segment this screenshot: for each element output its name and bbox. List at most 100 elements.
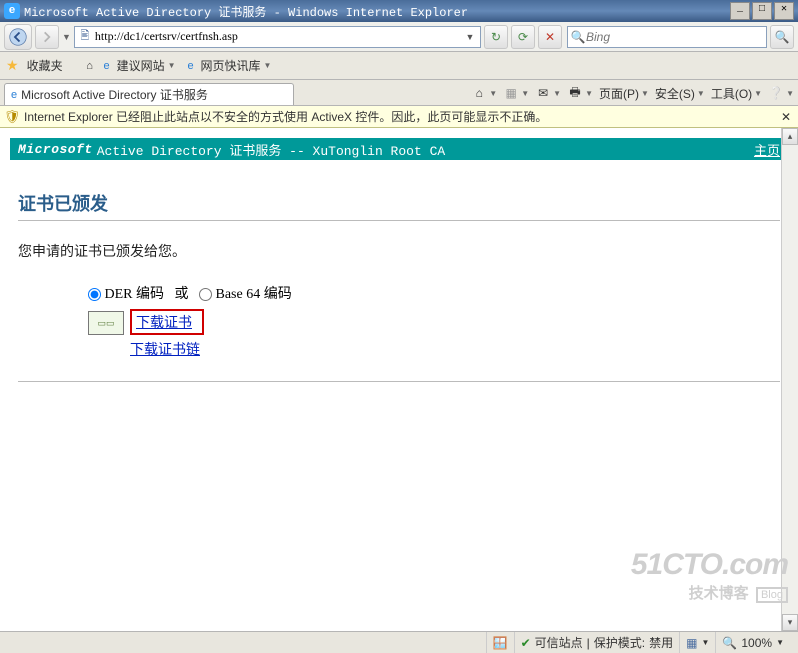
download-cert-link[interactable]: 下载证书 — [136, 316, 192, 331]
chevron-down-icon: ▼ — [168, 61, 176, 70]
download-chain-link[interactable]: 下载证书链 — [130, 339, 204, 359]
help-icon: ❔ — [768, 85, 784, 101]
encoding-base64[interactable]: Base 64 编码 — [199, 287, 292, 302]
minimize-button[interactable]: _ — [730, 2, 750, 20]
infobar-close-button[interactable]: ✕ — [778, 110, 794, 124]
tab-active[interactable]: e Microsoft Active Directory 证书服务 — [4, 83, 294, 105]
favorites-bar: ★ 收藏夹 ⌂ e 建议网站 ▼ e 网页快讯库 ▼ — [0, 52, 798, 80]
favorites-item-label: 建议网站 — [117, 57, 165, 74]
favorites-item-suggested[interactable]: ⌂ e 建议网站 ▼ — [83, 57, 176, 74]
rss-icon: ▦ — [503, 85, 519, 101]
command-bar: ⌂▼ ▦▼ ✉▼ 🖶▼ 页面(P)▼ 安全(S)▼ 工具(O)▼ ❔▼ — [471, 82, 794, 104]
tab-title: Microsoft Active Directory 证书服务 — [21, 86, 208, 103]
chevron-down-icon: ▼ — [553, 89, 561, 98]
issued-message: 您申请的证书已颁发给您。 — [18, 241, 780, 261]
home-icon: ⌂ — [471, 85, 487, 101]
divider — [18, 381, 780, 382]
printer-icon: 🖶 — [567, 85, 583, 101]
popup-icon: 🪟 — [493, 636, 508, 650]
search-input[interactable] — [586, 30, 764, 44]
status-popup-icon[interactable]: 🪟 — [487, 632, 515, 653]
content-area: Microsoft Active Directory 证书服务 -- XuTon… — [0, 128, 798, 631]
search-box[interactable]: 🔍 — [567, 26, 767, 48]
vertical-scrollbar[interactable]: ▴ ▾ — [781, 128, 798, 631]
chevron-down-icon: ▼ — [786, 89, 794, 98]
window-title: Microsoft Active Directory 证书服务 - Window… — [24, 3, 730, 20]
page-heading: 证书已颁发 — [18, 190, 780, 216]
status-protected-label: 保护模式: — [594, 634, 645, 651]
status-zone-icon[interactable]: ▦▼ — [680, 632, 716, 653]
print-button[interactable]: 🖶▼ — [567, 85, 593, 101]
certificate-icon: ▭▭ — [88, 311, 124, 335]
chevron-down-icon: ▼ — [521, 89, 529, 98]
feeds-button[interactable]: ▦▼ — [503, 85, 529, 101]
watermark-big: 51CTO.com — [631, 548, 788, 582]
status-trusted-label: 可信站点 — [535, 634, 583, 651]
safety-menu[interactable]: 安全(S)▼ — [655, 85, 705, 102]
url-input[interactable] — [95, 29, 462, 44]
favorites-star-icon[interactable]: ★ — [6, 57, 19, 74]
watermark: 51CTO.com 技术博客 Blog — [631, 548, 788, 603]
watermark-small: 技术博客 — [689, 585, 749, 602]
certsrv-home-link[interactable]: 主页 — [754, 140, 780, 159]
address-bar[interactable]: 🖹 ▼ — [74, 26, 481, 48]
status-trusted-zone[interactable]: ✔ 可信站点 | 保护模式: 禁用 — [515, 632, 681, 653]
search-go-button[interactable]: 🔍 — [770, 25, 794, 49]
ie-small-icon: e — [100, 59, 114, 73]
divider — [18, 220, 780, 221]
page-menu[interactable]: 页面(P)▼ — [599, 85, 649, 102]
favorites-item-webslice[interactable]: e 网页快讯库 ▼ — [184, 57, 272, 74]
certsrv-banner-text: Active Directory 证书服务 -- XuTonglin Root … — [97, 140, 445, 159]
maximize-button[interactable]: □ — [752, 2, 772, 20]
house-icon: ⌂ — [83, 59, 97, 73]
chevron-down-icon: ▼ — [585, 89, 593, 98]
back-button[interactable] — [4, 24, 32, 50]
home-button[interactable]: ⌂▼ — [471, 85, 497, 101]
ie-small-icon: e — [11, 89, 17, 101]
page-menu-label: 页面(P) — [599, 85, 639, 102]
encoding-or: 或 — [175, 287, 189, 302]
warning-icon: 🛡 — [4, 109, 20, 125]
refresh-button[interactable]: ⟳ — [511, 25, 535, 49]
status-protected-value: 禁用 — [649, 634, 673, 651]
page-icon: 🖹 — [77, 29, 93, 45]
zoom-value: 100% — [741, 636, 772, 650]
scroll-up-button[interactable]: ▴ — [782, 128, 798, 145]
tools-menu-label: 工具(O) — [711, 85, 752, 102]
globe-icon: ▦ — [686, 636, 697, 650]
radio-der[interactable] — [88, 288, 101, 301]
url-dropdown-icon[interactable]: ▼ — [462, 32, 478, 42]
mail-button[interactable]: ✉▼ — [535, 85, 561, 101]
forward-button[interactable] — [35, 25, 59, 49]
window-close-button[interactable]: ✕ — [774, 2, 794, 20]
scroll-down-button[interactable]: ▾ — [782, 614, 798, 631]
compat-button[interactable]: ↻ — [484, 25, 508, 49]
information-bar[interactable]: 🛡 Internet Explorer 已经阻止此站点以不安全的方式使用 Act… — [0, 106, 798, 128]
status-bar: 🪟 ✔ 可信站点 | 保护模式: 禁用 ▦▼ 🔍 100% ▼ — [0, 631, 798, 653]
encoding-options: DER 编码 或 Base 64 编码 — [88, 283, 780, 303]
radio-base64[interactable] — [199, 288, 212, 301]
tools-menu[interactable]: 工具(O)▼ — [711, 85, 762, 102]
highlight-box: 下载证书 — [130, 309, 204, 335]
zoom-icon: 🔍 — [722, 636, 737, 650]
chevron-down-icon: ▼ — [754, 89, 762, 98]
status-spacer — [0, 632, 487, 653]
download-links: ▭▭ 下载证书 下载证书链 — [88, 309, 780, 359]
nav-toolbar: ▼ 🖹 ▼ ↻ ⟳ ✕ 🔍 🔍 — [0, 22, 798, 52]
certsrv-banner-product: Microsoft — [18, 142, 93, 157]
favorites-label: 收藏夹 — [27, 57, 63, 74]
shield-check-icon: ✔ — [521, 636, 531, 650]
ie-icon: e — [4, 3, 20, 19]
chevron-down-icon: ▼ — [641, 89, 649, 98]
mail-icon: ✉ — [535, 85, 551, 101]
stop-button[interactable]: ✕ — [538, 25, 562, 49]
chevron-down-icon: ▼ — [264, 61, 272, 70]
radio-der-label: DER 编码 — [105, 287, 165, 302]
encoding-der[interactable]: DER 编码 — [88, 287, 164, 302]
safety-menu-label: 安全(S) — [655, 85, 695, 102]
chevron-down-icon: ▼ — [697, 89, 705, 98]
nav-dropdown-icon[interactable]: ▼ — [62, 32, 71, 42]
window-buttons: _ □ ✕ — [730, 2, 794, 20]
help-button[interactable]: ❔▼ — [768, 85, 794, 101]
status-zoom[interactable]: 🔍 100% ▼ — [716, 632, 798, 653]
